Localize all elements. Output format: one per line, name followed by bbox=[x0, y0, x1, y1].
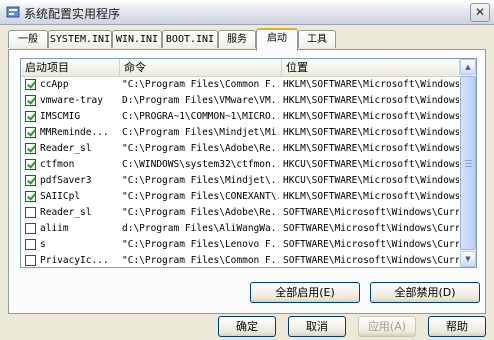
startup-item-name: Reader_sl bbox=[40, 207, 92, 218]
startup-location: HKLM\SOFTWARE\Microsoft\Windows\Curre bbox=[283, 79, 459, 90]
column-header-location[interactable]: 位置 bbox=[282, 59, 460, 76]
startup-item-name: IMSCMIG bbox=[40, 111, 81, 122]
startup-item-name: pdfSaver3 bbox=[40, 175, 92, 186]
startup-item-name: Reader_sl bbox=[40, 143, 92, 154]
startup-command: C:\Program Files\Mindjet\Mi... bbox=[122, 127, 279, 138]
startup-command: "C:\Program Files\Lenovo F... bbox=[122, 239, 279, 250]
startup-location: HKCU\SOFTWARE\Microsoft\Windows\Curre bbox=[283, 159, 459, 170]
startup-panel: 启动项目 命令 位置 ccApp "C:\Program Files\Common… bbox=[8, 49, 486, 314]
startup-checkbox[interactable] bbox=[25, 223, 36, 234]
table-row[interactable]: MMReminde... C:\Program Files\Mindjet\Mi.… bbox=[21, 125, 460, 141]
tab-tools[interactable]: 工具 bbox=[298, 30, 336, 48]
startup-checkbox[interactable] bbox=[25, 95, 36, 106]
startup-location: HKLM\SOFTWARE\Microsoft\Windows\Curre bbox=[283, 143, 459, 154]
tab-strip: 一般 SYSTEM.INI WIN.INI BOOT.INI 服务 启动 工具 bbox=[8, 28, 488, 51]
startup-item-name: MMReminde... bbox=[40, 127, 109, 138]
startup-command: "C:\Program Files\Adobe\Re... bbox=[122, 143, 279, 154]
tab-general[interactable]: 一般 bbox=[8, 30, 48, 48]
table-row[interactable]: Reader_sl "C:\Program Files\Adobe\Re... SO… bbox=[21, 205, 460, 221]
startup-item-name: PrivacyIc... bbox=[40, 255, 109, 266]
column-header-command[interactable]: 命令 bbox=[120, 59, 282, 76]
startup-item-name: ccApp bbox=[40, 79, 69, 90]
startup-location: SOFTWARE\Microsoft\Windows\CurrentVer bbox=[283, 207, 459, 218]
table-row[interactable]: ccApp "C:\Program Files\Common F... HKLM\S… bbox=[21, 77, 460, 93]
vertical-scrollbar[interactable]: ▲ ▼ bbox=[460, 59, 476, 267]
arrow-up-icon: ▲ bbox=[465, 63, 471, 71]
startup-list[interactable]: 启动项目 命令 位置 ccApp "C:\Program Files\Common… bbox=[20, 58, 477, 268]
close-button[interactable]: ✕ bbox=[470, 3, 490, 22]
help-button[interactable]: 帮助 bbox=[428, 316, 486, 337]
system-config-window: 系统配置实用程序 ✕ 一般 SYSTEM.INI WIN.INI BOOT.IN… bbox=[0, 0, 494, 340]
tab-system-ini[interactable]: SYSTEM.INI bbox=[48, 30, 112, 48]
scroll-up-button[interactable]: ▲ bbox=[460, 59, 476, 75]
window-title: 系统配置实用程序 bbox=[24, 7, 121, 21]
startup-location: HKLM\SOFTWARE\Microsoft\Windows\Curre bbox=[283, 111, 459, 122]
startup-location: SOFTWARE\Microsoft\Windows\CurrentVer bbox=[283, 223, 459, 234]
startup-command: d:\Program Files\AliWangWa... bbox=[122, 223, 279, 234]
startup-checkbox[interactable] bbox=[25, 175, 36, 186]
enable-all-button[interactable]: 全部启用(E) bbox=[250, 282, 360, 303]
startup-command: "C:\Program Files\CONEXANT\... bbox=[122, 191, 279, 202]
list-header: 启动项目 命令 位置 bbox=[21, 59, 460, 77]
table-row[interactable]: aliim d:\Program Files\AliWangWa... SOFTWA… bbox=[21, 221, 460, 237]
startup-location: HKCU\SOFTWARE\Microsoft\Windows\Curre bbox=[283, 175, 459, 186]
table-row[interactable]: Reader_sl "C:\Program Files\Adobe\Re... HK… bbox=[21, 141, 460, 157]
startup-location: SOFTWARE\Microsoft\Windows\CurrentVer bbox=[283, 255, 459, 266]
startup-item-name: s bbox=[40, 239, 46, 250]
startup-item-name: ctfmon bbox=[40, 159, 75, 170]
startup-checkbox[interactable] bbox=[25, 79, 36, 90]
startup-location: HKLM\SOFTWARE\Microsoft\Windows\Curre bbox=[283, 191, 459, 202]
disable-all-button[interactable]: 全部禁用(D) bbox=[370, 282, 480, 303]
startup-command: D:\Program Files\VMware\VM... bbox=[122, 95, 279, 106]
startup-command: "C:\Program Files\Common F... bbox=[122, 255, 279, 266]
startup-command: C:\WINDOWS\system32\ctfmon... bbox=[122, 159, 279, 170]
startup-checkbox[interactable] bbox=[25, 143, 36, 154]
tab-services[interactable]: 服务 bbox=[218, 30, 256, 48]
scroll-down-button[interactable]: ▼ bbox=[460, 251, 476, 267]
table-row[interactable]: IMSCMIG C:\PROGRA~1\COMMON~1\MICRO... HKLM… bbox=[21, 109, 460, 125]
startup-command: "C:\Program Files\Adobe\Re... bbox=[122, 207, 279, 218]
table-row[interactable]: ctfmon C:\WINDOWS\system32\ctfmon... HKCU\… bbox=[21, 157, 460, 173]
column-header-item[interactable]: 启动项目 bbox=[21, 59, 120, 76]
startup-checkbox[interactable] bbox=[25, 159, 36, 170]
grip-line bbox=[465, 166, 472, 167]
grip-line bbox=[465, 160, 472, 161]
table-row[interactable]: SAIICpl "C:\Program Files\CONEXANT\... HKL… bbox=[21, 189, 460, 205]
app-icon bbox=[6, 6, 20, 18]
table-row[interactable]: PrivacyIc... "C:\Program Files\Common F..… bbox=[21, 253, 460, 267]
tab-boot-ini[interactable]: BOOT.INI bbox=[162, 30, 218, 48]
tab-startup[interactable]: 启动 bbox=[256, 28, 298, 51]
table-row[interactable]: pdfSaver3 "C:\Program Files\Mindjet\... HK… bbox=[21, 173, 460, 189]
tab-win-ini[interactable]: WIN.INI bbox=[112, 30, 162, 48]
startup-checkbox[interactable] bbox=[25, 255, 36, 266]
startup-item-name: aliim bbox=[40, 223, 69, 234]
startup-item-name: SAIICpl bbox=[40, 191, 81, 202]
startup-checkbox[interactable] bbox=[25, 191, 36, 202]
cancel-button[interactable]: 取消 bbox=[288, 316, 346, 337]
startup-checkbox[interactable] bbox=[25, 239, 36, 250]
table-row[interactable]: vmware-tray D:\Program Files\VMware\VM...… bbox=[21, 93, 460, 109]
startup-location: HKLM\SOFTWARE\Microsoft\Windows\Curre bbox=[283, 95, 459, 106]
arrow-down-icon: ▼ bbox=[465, 255, 471, 263]
ok-button[interactable]: 确定 bbox=[218, 316, 276, 337]
apply-button[interactable]: 应用(A) bbox=[358, 316, 416, 337]
list-rows: ccApp "C:\Program Files\Common F... HKLM\S… bbox=[21, 77, 460, 267]
startup-location: SOFTWARE\Microsoft\Windows\CurrentVer bbox=[283, 239, 459, 250]
startup-item-name: vmware-tray bbox=[40, 95, 103, 106]
startup-location: HKLM\SOFTWARE\Microsoft\Windows\Curre bbox=[283, 127, 459, 138]
startup-command: "C:\Program Files\Common F... bbox=[122, 79, 279, 90]
grip-line bbox=[465, 163, 472, 164]
startup-checkbox[interactable] bbox=[25, 127, 36, 138]
startup-command: "C:\Program Files\Mindjet\... bbox=[122, 175, 279, 186]
startup-checkbox[interactable] bbox=[25, 111, 36, 122]
close-icon: ✕ bbox=[474, 5, 486, 19]
scroll-thumb[interactable] bbox=[460, 76, 476, 250]
title-bar[interactable]: 系统配置实用程序 ✕ bbox=[0, 0, 494, 25]
startup-checkbox[interactable] bbox=[25, 207, 36, 218]
table-row[interactable]: s "C:\Program Files\Lenovo F... SOFTWARE\M… bbox=[21, 237, 460, 253]
startup-command: C:\PROGRA~1\COMMON~1\MICRO... bbox=[122, 111, 279, 122]
